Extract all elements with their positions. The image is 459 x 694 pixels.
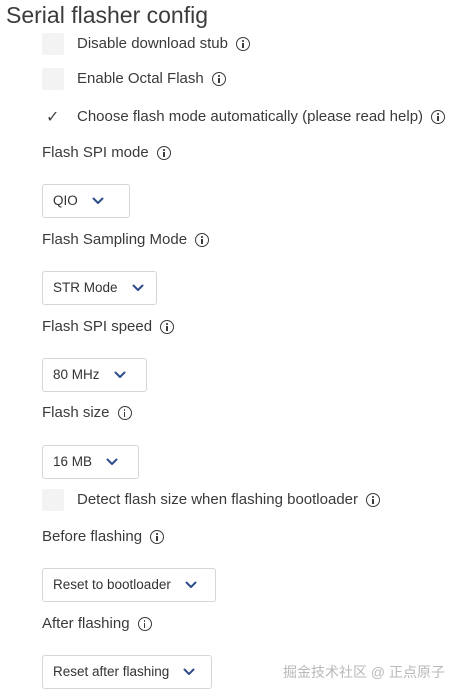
flash-spi-speed-label-row: Flash SPI speed xyxy=(42,316,175,338)
flash-spi-speed-select[interactable]: 80 MHz xyxy=(42,358,147,392)
select-value: 80 MHz xyxy=(53,367,100,382)
field-label: Flash SPI mode xyxy=(42,144,149,161)
field-label: Flash Sampling Mode xyxy=(42,231,188,248)
check-icon: ✓ xyxy=(46,109,60,126)
page-title: Serial flasher config xyxy=(6,2,208,28)
after-flashing-select[interactable]: Reset after flashing xyxy=(42,655,212,689)
field-label: Flash SPI speed xyxy=(42,318,153,335)
info-icon[interactable] xyxy=(117,406,132,420)
option-choose-flash-mode-automatically[interactable]: ✓ Choose flash mode automatically (pleas… xyxy=(42,106,446,128)
flash-spi-mode-label-row: Flash SPI mode xyxy=(42,142,171,164)
flash-size-label-row: Flash size xyxy=(42,402,132,424)
option-label: Detect flash size when flashing bootload… xyxy=(77,491,359,508)
field-label: After flashing xyxy=(42,615,130,632)
watermark: 掘金技术社区 @ 正点原子 xyxy=(283,664,445,680)
select-value: QIO xyxy=(53,193,78,208)
before-flashing-label-row: Before flashing xyxy=(42,526,165,548)
info-icon[interactable] xyxy=(137,617,152,631)
field-label: Flash size xyxy=(42,404,110,421)
option-enable-octal-flash[interactable]: Enable Octal Flash xyxy=(42,68,226,90)
select-value: Reset to bootloader xyxy=(53,577,171,592)
option-label: Enable Octal Flash xyxy=(77,70,204,87)
after-flashing-label-row: After flashing xyxy=(42,613,152,635)
info-icon[interactable] xyxy=(156,146,171,160)
chevron-down-icon xyxy=(132,284,144,291)
chevron-down-icon xyxy=(185,581,197,588)
before-flashing-select[interactable]: Reset to bootloader xyxy=(42,568,216,602)
option-label: Disable download stub xyxy=(77,35,228,52)
flash-sampling-mode-label-row: Flash Sampling Mode xyxy=(42,229,210,251)
flash-sampling-mode-select[interactable]: STR Mode xyxy=(42,271,157,305)
field-label: Before flashing xyxy=(42,528,143,545)
info-icon[interactable] xyxy=(160,320,175,334)
choose-flash-mode-checkbox[interactable]: ✓ xyxy=(42,106,64,128)
chevron-down-icon xyxy=(92,197,104,204)
detect-flash-size-checkbox[interactable] xyxy=(42,489,64,511)
info-icon[interactable] xyxy=(195,233,210,247)
info-icon[interactable] xyxy=(366,493,381,507)
option-disable-download-stub[interactable]: Disable download stub xyxy=(42,33,250,55)
chevron-down-icon xyxy=(183,668,195,675)
select-value: STR Mode xyxy=(53,280,118,295)
chevron-down-icon xyxy=(114,371,126,378)
info-icon[interactable] xyxy=(431,110,446,124)
chevron-down-icon xyxy=(106,458,118,465)
info-icon[interactable] xyxy=(235,37,250,51)
option-detect-flash-size[interactable]: Detect flash size when flashing bootload… xyxy=(42,489,381,511)
info-icon[interactable] xyxy=(211,72,226,86)
select-value: 16 MB xyxy=(53,454,93,469)
enable-octal-flash-checkbox[interactable] xyxy=(42,68,64,90)
serial-flasher-config-panel: Serial flasher config Disable download s… xyxy=(0,0,459,694)
flash-spi-mode-select[interactable]: QIO xyxy=(42,184,130,218)
disable-download-stub-checkbox[interactable] xyxy=(42,33,64,55)
option-label: Choose flash mode automatically (please … xyxy=(77,108,424,125)
flash-size-select[interactable]: 16 MB xyxy=(42,445,139,479)
select-value: Reset after flashing xyxy=(53,664,170,679)
info-icon[interactable] xyxy=(150,530,165,544)
